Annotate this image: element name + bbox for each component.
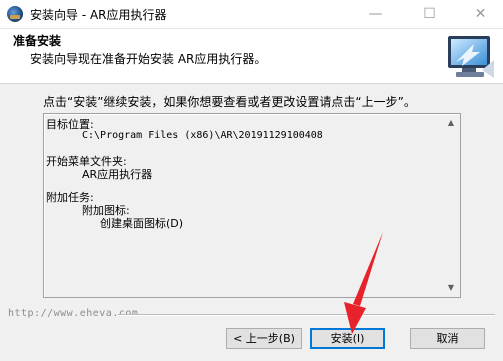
intro-text: 点击“安装”继续安装，如果你想要查看或者更改设置请点击“上一步”。 [43,95,416,109]
install-summary[interactable]: 目标位置: C:\Program Files (x86)\AR\20191129… [43,113,461,298]
summary-scrollbar[interactable]: ▲ ▼ [443,115,459,296]
scroll-down-icon[interactable]: ▼ [443,280,459,296]
minimize-button[interactable]: — [353,0,398,28]
wizard-header: 准备安装 安装向导现在准备开始安装 AR应用执行器。 [0,29,503,84]
page-subtitle: 安装向导现在准备开始安装 AR应用执行器。 [30,52,267,66]
scroll-up-icon[interactable]: ▲ [443,115,459,131]
page-title: 准备安装 [13,34,62,48]
install-button[interactable]: 安装(I) [310,328,385,349]
tasks-item: 创建桌面图标(D) [100,217,184,230]
dest-value: C:\Program Files (x86)\AR\20191129100408 [82,130,323,141]
computer-monitor-icon [448,36,494,78]
start-menu-value: AR应用执行器 [82,168,153,181]
maximize-button[interactable]: ☐ [407,0,452,28]
footer-divider [118,314,495,316]
cancel-button[interactable]: 取消 [410,328,485,349]
installer-globe-icon [7,6,23,22]
back-button[interactable]: < 上一步(B) [226,328,302,349]
close-button[interactable]: ✕ [458,0,503,28]
window-title: 安装向导 - AR应用执行器 [30,8,167,22]
title-bar: 安装向导 - AR应用执行器 — ☐ ✕ [0,0,503,29]
